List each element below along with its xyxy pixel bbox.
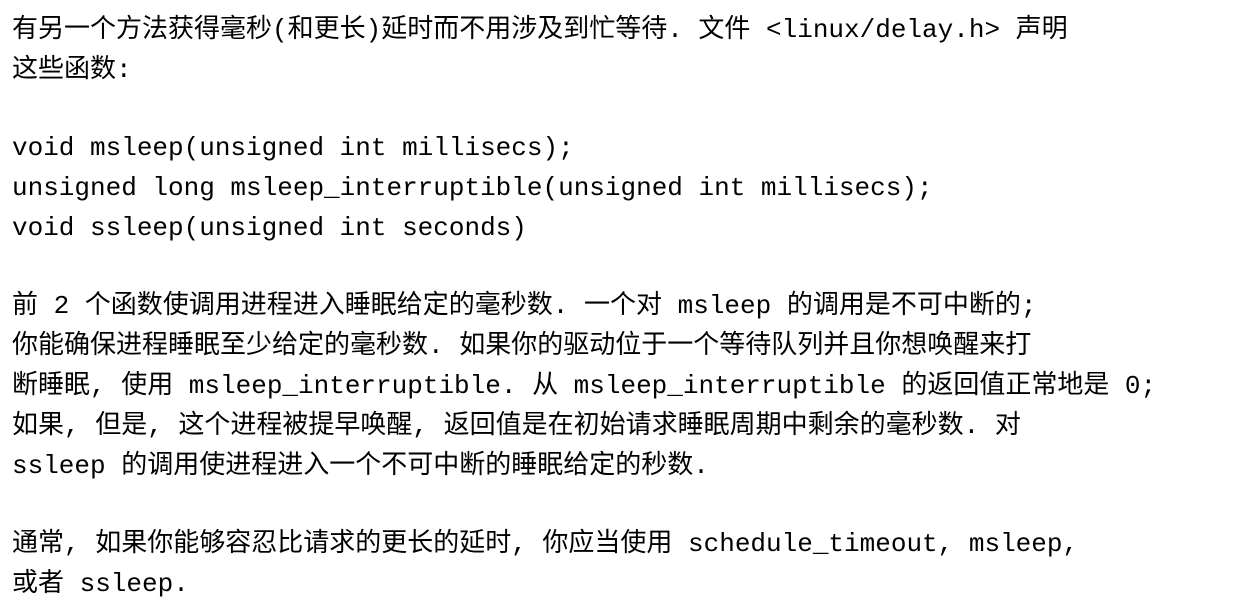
text-line: 断睡眠, 使用 msleep_interruptible. 从 msleep_i…: [12, 371, 1157, 401]
code-line: void msleep(unsigned int millisecs);: [12, 133, 574, 163]
code-block: void msleep(unsigned int millisecs); uns…: [12, 128, 1242, 248]
text-line: 如果, 但是, 这个进程被提早唤醒, 返回值是在初始请求睡眠周期中剩余的毫秒数.…: [12, 411, 1021, 441]
text-line: 或者 ssleep.: [12, 569, 189, 599]
text-line: 你能确保进程睡眠至少给定的毫秒数. 如果你的驱动位于一个等待队列并且你想唤醒来打: [12, 331, 1032, 361]
text-line: 前 2 个函数使调用进程进入睡眠给定的毫秒数. 一个对 msleep 的调用是不…: [12, 291, 1037, 321]
explanation-paragraph: 前 2 个函数使调用进程进入睡眠给定的毫秒数. 一个对 msleep 的调用是不…: [12, 286, 1242, 486]
code-line: unsigned long msleep_interruptible(unsig…: [12, 173, 933, 203]
text-line: 有另一个方法获得毫秒(和更长)延时而不用涉及到忙等待. 文件 <linux/de…: [12, 15, 1068, 45]
summary-paragraph: 通常, 如果你能够容忍比请求的更长的延时, 你应当使用 schedule_tim…: [12, 524, 1242, 604]
document-page: 有另一个方法获得毫秒(和更长)延时而不用涉及到忙等待. 文件 <linux/de…: [12, 10, 1242, 604]
text-line: 通常, 如果你能够容忍比请求的更长的延时, 你应当使用 schedule_tim…: [12, 529, 1079, 559]
intro-paragraph: 有另一个方法获得毫秒(和更长)延时而不用涉及到忙等待. 文件 <linux/de…: [12, 10, 1242, 90]
text-line: ssleep 的调用使进程进入一个不可中断的睡眠给定的秒数.: [12, 451, 709, 481]
code-line: void ssleep(unsigned int seconds): [12, 213, 527, 243]
text-line: 这些函数:: [12, 55, 132, 85]
